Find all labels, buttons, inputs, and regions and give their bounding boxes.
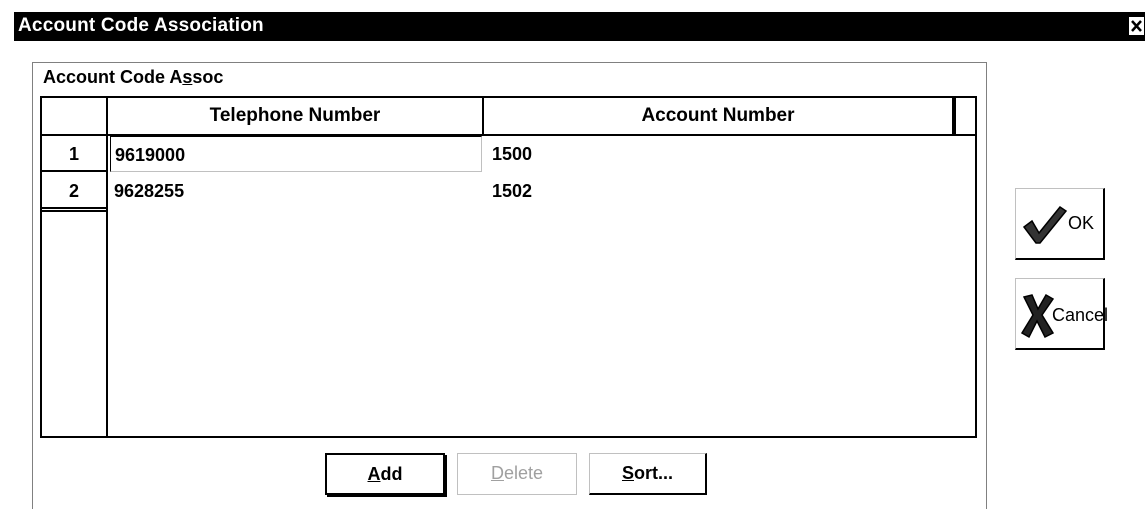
delete-button[interactable]: Delete	[457, 453, 577, 495]
close-button[interactable]	[1128, 16, 1145, 36]
column-header-account-number[interactable]: Account Number	[484, 98, 954, 134]
ok-button[interactable]: OK	[1015, 188, 1105, 260]
add-button[interactable]: Add	[325, 453, 445, 495]
cell-account-number[interactable]: 1502	[488, 173, 948, 209]
cell-telephone-number[interactable]: 9628255	[110, 173, 482, 209]
checkmark-icon	[1022, 205, 1068, 244]
cancel-button[interactable]: Cancel	[1015, 278, 1109, 350]
row-header-column: 1 2	[42, 136, 108, 436]
row-header-filler	[42, 210, 106, 436]
row-header[interactable]: 1	[42, 136, 106, 172]
close-icon	[1131, 20, 1142, 32]
group-label: Account Code Assoc	[43, 67, 224, 87]
cell-telephone-number[interactable]: 9619000	[110, 136, 482, 172]
x-icon	[1020, 293, 1055, 339]
window-title: Account Code Association	[18, 15, 264, 36]
ok-label: OK	[1068, 213, 1095, 233]
cell-account-number[interactable]: 1500	[488, 136, 948, 172]
title-bar: Account Code Association	[14, 12, 1145, 41]
row-header[interactable]: 2	[42, 173, 106, 209]
sort-button[interactable]: Sort...	[589, 453, 707, 495]
grid-corner	[42, 98, 108, 134]
column-header-extra	[954, 98, 975, 134]
account-code-grid[interactable]: Telephone Number Account Number 1 2 9619…	[40, 96, 977, 438]
cancel-label: Cancel	[1052, 305, 1109, 325]
grid-header-row: Telephone Number Account Number	[42, 98, 975, 136]
column-header-telephone-number[interactable]: Telephone Number	[108, 98, 484, 134]
